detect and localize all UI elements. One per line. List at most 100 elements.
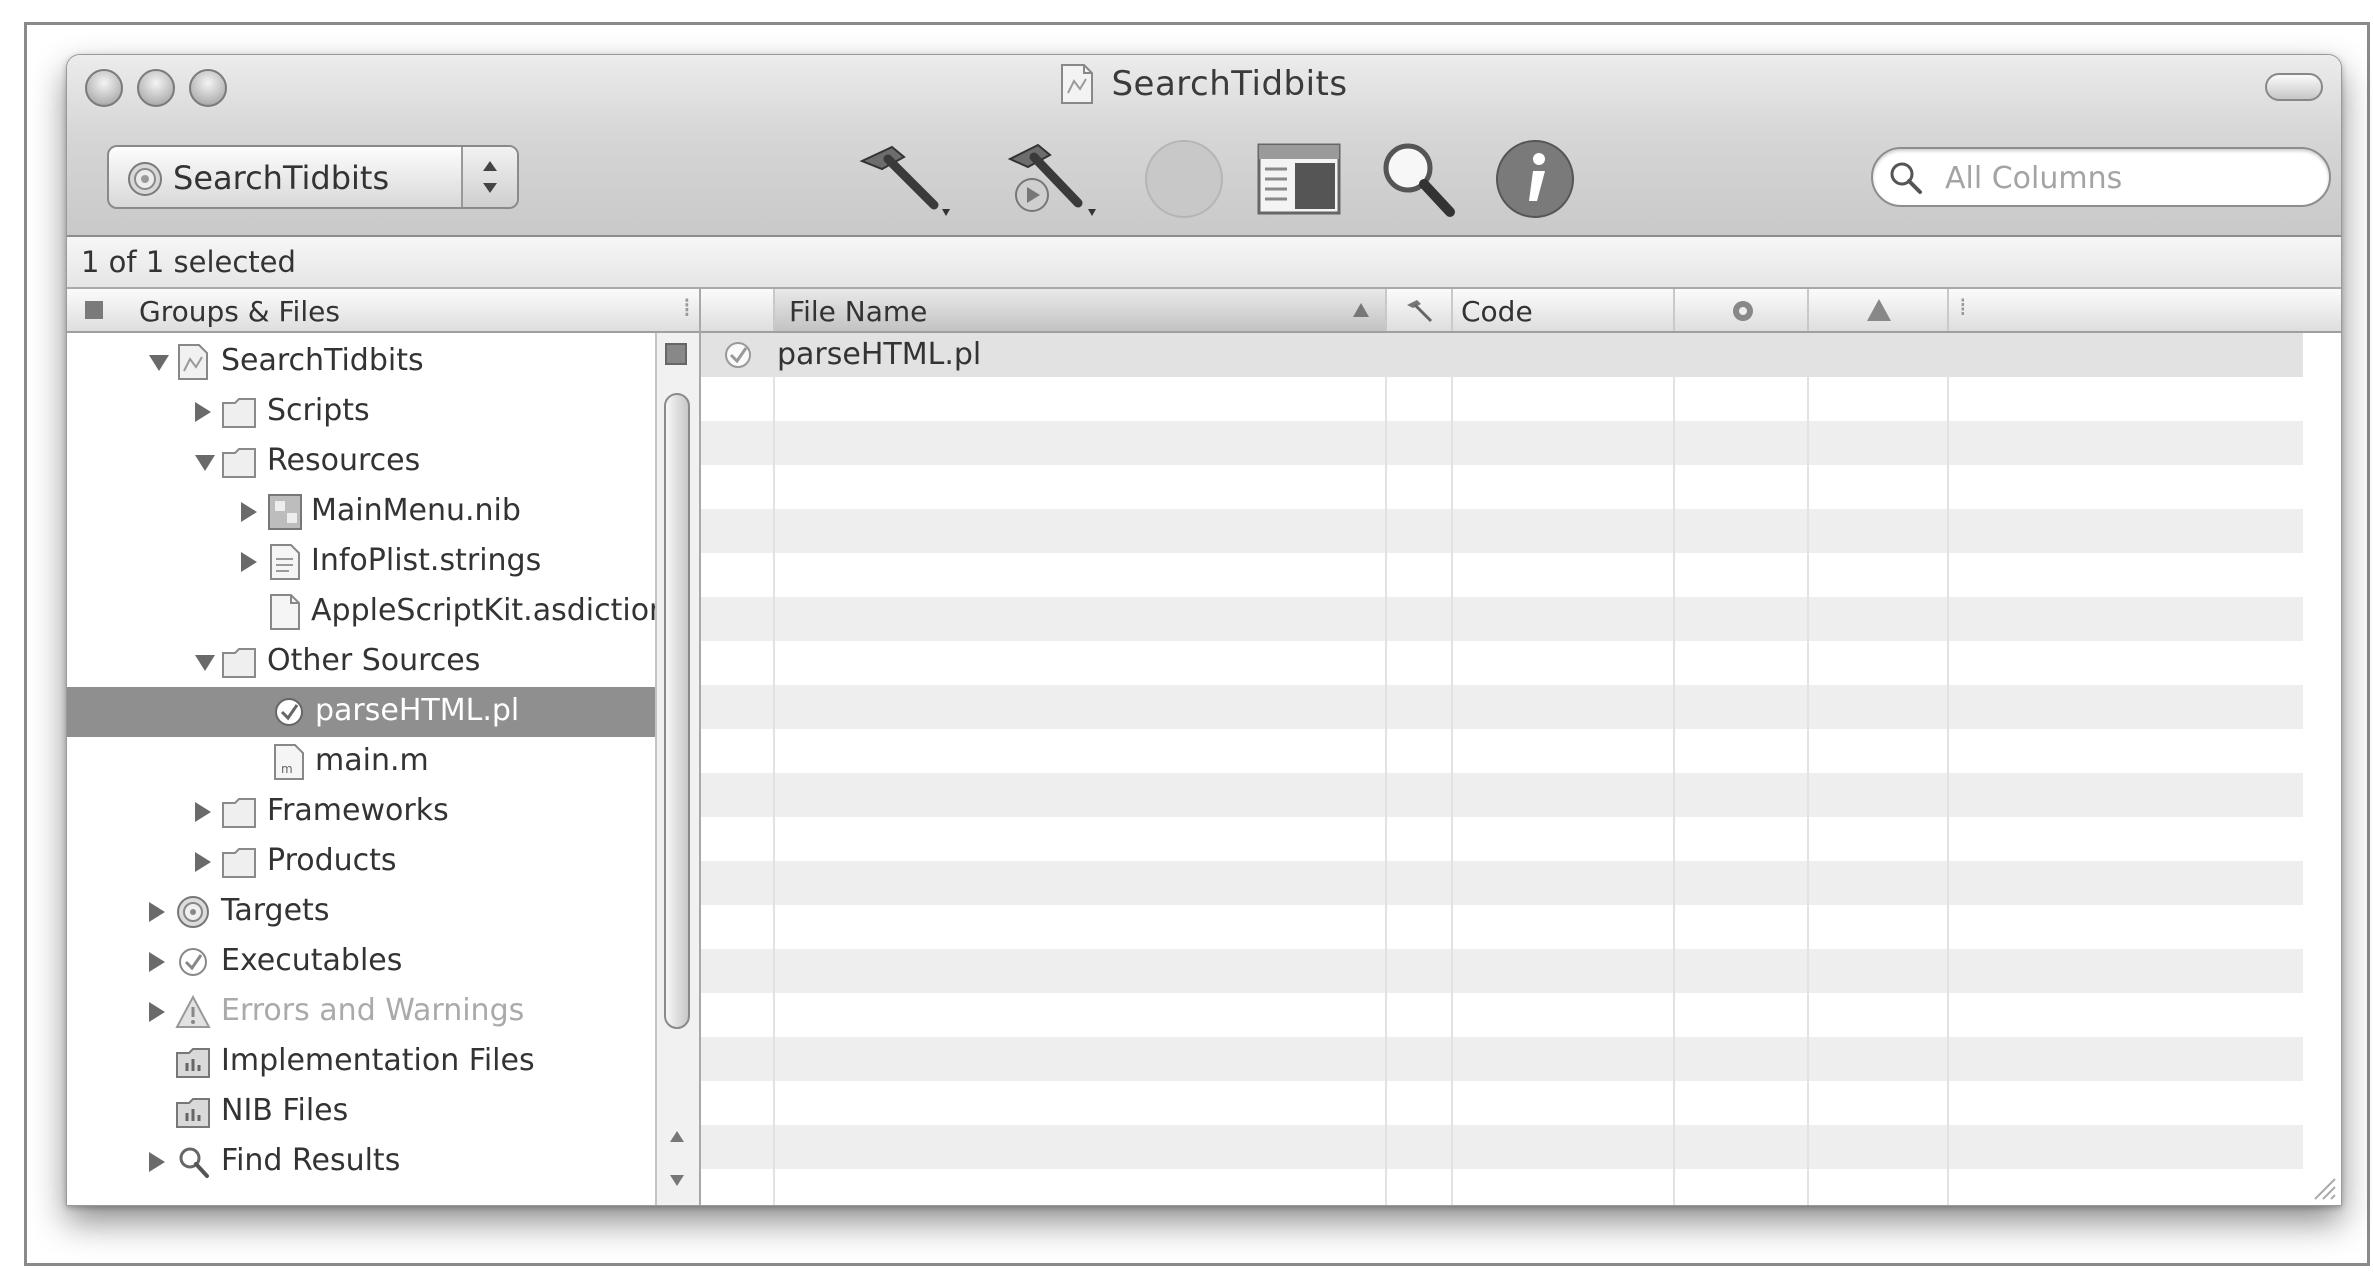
- window-title: SearchTidbits: [67, 63, 2341, 113]
- sort-ascending-icon: [1353, 303, 1369, 317]
- disclosure-right-icon[interactable]: [195, 402, 211, 422]
- tree-item-find-results[interactable]: Find Results: [67, 1137, 655, 1187]
- tree-item-searchtidbits[interactable]: SearchTidbits: [67, 337, 655, 387]
- project-document-icon: [1061, 64, 1094, 104]
- smart-group-icon: [176, 1098, 210, 1128]
- status-bar: 1 of 1 selected: [67, 237, 2341, 289]
- table-stripe: [701, 509, 2303, 553]
- scroll-up-arrow-icon[interactable]: [657, 1115, 697, 1159]
- table-stripe: [701, 1037, 2303, 1081]
- smart-group-icon: [176, 1048, 210, 1078]
- disclosure-right-icon[interactable]: [149, 952, 165, 972]
- script-file-icon: [725, 342, 751, 368]
- column-divider: [1451, 333, 1453, 1205]
- tree-item-products[interactable]: Products: [67, 837, 655, 887]
- warning-icon: [175, 994, 211, 1028]
- table-header: File Name Code ⁞: [701, 289, 2341, 333]
- tree-item-scripts[interactable]: Scripts: [67, 387, 655, 437]
- active-target-label: SearchTidbits: [173, 159, 390, 197]
- tree-item-other-sources[interactable]: Other Sources: [67, 637, 655, 687]
- tree-item-mainmenu-nib[interactable]: MainMenu.nib: [67, 487, 655, 537]
- resize-grip-icon[interactable]: [2307, 1171, 2337, 1201]
- table-row[interactable]: parseHTML.pl: [701, 333, 2303, 377]
- tree-item-targets[interactable]: Targets: [67, 887, 655, 937]
- tree-item-implementation-files[interactable]: Implementation Files: [67, 1037, 655, 1087]
- column-header-warnings[interactable]: [1809, 289, 1949, 331]
- search-icon: [1890, 162, 1922, 194]
- disclosure-right-icon[interactable]: [195, 852, 211, 872]
- tree-item-frameworks[interactable]: Frameworks: [67, 787, 655, 837]
- file-tree: SearchTidbits Scripts Resources MainMenu…: [67, 337, 699, 1205]
- split-handle-icon[interactable]: ⁞: [683, 293, 691, 323]
- disclosure-down-icon[interactable]: [149, 355, 169, 371]
- hammer-icon: [1407, 300, 1433, 323]
- column-header-errors[interactable]: [1675, 289, 1809, 331]
- window-title-text: SearchTidbits: [1111, 64, 1348, 104]
- source-file-icon: m: [274, 744, 304, 780]
- disclosure-right-icon[interactable]: [241, 502, 257, 522]
- search-field[interactable]: [1871, 147, 2331, 207]
- strings-file-icon: [270, 544, 300, 580]
- disclosure-right-icon[interactable]: [195, 802, 211, 822]
- disclosure-right-icon[interactable]: [149, 1152, 165, 1172]
- build-and-go-icon: [1007, 143, 1096, 216]
- editor-toggle-button[interactable]: [1251, 137, 1347, 221]
- info-button[interactable]: [1487, 137, 1583, 221]
- search-input[interactable]: [1943, 157, 2317, 199]
- toolbar-toggle-button[interactable]: [2265, 73, 2323, 101]
- table-stripe: [701, 861, 2303, 905]
- folder-icon: [222, 398, 256, 428]
- disclosure-right-icon[interactable]: [241, 552, 257, 572]
- file-name-cell: parseHTML.pl: [777, 337, 982, 372]
- sidebar-column-header[interactable]: Groups & Files ⁞: [67, 289, 699, 333]
- build-and-go-button[interactable]: [987, 137, 1107, 221]
- stop-button[interactable]: [1139, 137, 1229, 221]
- warning-triangle-icon: [1867, 299, 1891, 321]
- sidebar-scroll-thumb[interactable]: [664, 393, 690, 1029]
- active-target-popup[interactable]: SearchTidbits: [107, 145, 519, 209]
- disclosure-down-icon[interactable]: [195, 455, 215, 471]
- tree-item-applescriptkit[interactable]: AppleScriptKit.asdictionary: [67, 587, 699, 637]
- tree-item-main-m[interactable]: m main.m: [67, 737, 655, 787]
- executable-icon: [179, 948, 207, 976]
- target-icon: [128, 162, 162, 196]
- table-body: parseHTML.pl: [701, 333, 2341, 1205]
- column-header-code[interactable]: Code: [1453, 289, 1675, 331]
- table-stripe: [701, 1125, 2303, 1169]
- scroll-square-icon: [665, 343, 687, 365]
- find-icon: [179, 1147, 209, 1178]
- column-header-build[interactable]: [1387, 289, 1453, 331]
- info-icon: [1496, 140, 1574, 218]
- folder-icon: [222, 798, 256, 828]
- scroll-down-arrow-icon[interactable]: [657, 1159, 697, 1203]
- column-header-file-name[interactable]: File Name: [775, 289, 1387, 331]
- build-icon: [859, 145, 950, 216]
- table-stripe: [701, 949, 2303, 993]
- sidebar-menu-icon[interactable]: [85, 301, 103, 319]
- search-button[interactable]: [1369, 137, 1465, 221]
- tree-item-errors-warnings[interactable]: Errors and Warnings: [67, 987, 655, 1037]
- target-icon: [177, 896, 209, 928]
- tree-item-nib-files[interactable]: NIB Files: [67, 1087, 655, 1137]
- column-divider: [773, 333, 775, 1205]
- groups-and-files-sidebar: Groups & Files ⁞ SearchTidbits Scripts R…: [67, 289, 701, 1205]
- table-stripe: [701, 597, 2303, 641]
- column-header-icon[interactable]: [701, 289, 775, 331]
- nib-icon: [268, 494, 302, 530]
- column-options-icon[interactable]: ⁞: [1949, 289, 1987, 331]
- tree-item-resources[interactable]: Resources: [67, 437, 655, 487]
- disclosure-right-icon[interactable]: [149, 902, 165, 922]
- build-button[interactable]: [847, 137, 957, 221]
- tree-item-infoplist-strings[interactable]: InfoPlist.strings: [67, 537, 655, 587]
- project-window: SearchTidbits SearchTidbits All Columns …: [66, 54, 2342, 1206]
- groups-files-header: Groups & Files: [139, 295, 340, 328]
- tree-item-parsehtml-pl[interactable]: parseHTML.pl: [67, 687, 655, 737]
- folder-icon: [222, 448, 256, 478]
- file-icon: [270, 594, 300, 630]
- table-stripe: [701, 421, 2303, 465]
- sidebar-scrollbar[interactable]: [655, 333, 699, 1205]
- tree-item-executables[interactable]: Executables: [67, 937, 655, 987]
- gear-icon: [1733, 301, 1753, 321]
- disclosure-right-icon[interactable]: [149, 1002, 165, 1022]
- disclosure-down-icon[interactable]: [195, 655, 215, 671]
